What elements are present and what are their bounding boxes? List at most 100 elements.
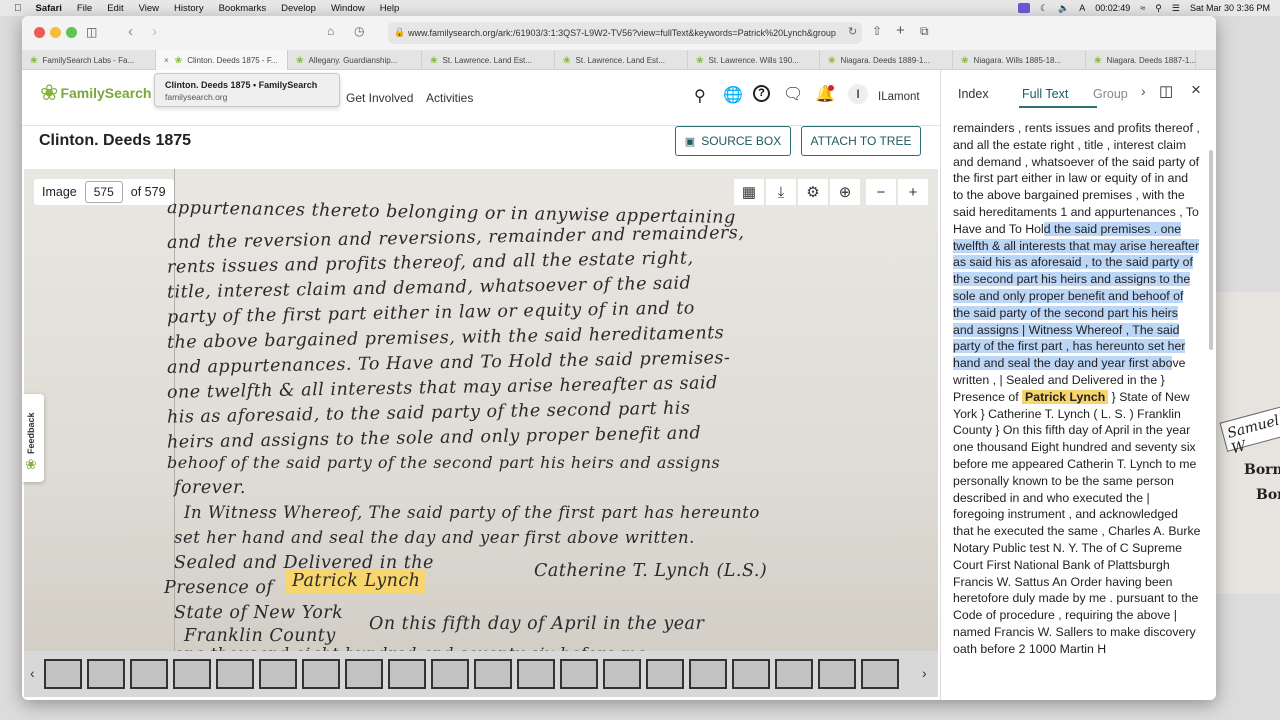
zoom-in-icon[interactable]: + (898, 179, 928, 205)
filmstrip-thumb[interactable] (388, 659, 426, 689)
back-icon[interactable]: ‹ (128, 23, 133, 40)
search-icon[interactable]: ⚲ (1155, 3, 1162, 14)
sidebar-icon[interactable]: ◫ (86, 25, 97, 39)
handwritten-line: party of the first part either in law or… (166, 298, 695, 328)
notification-dot (828, 85, 834, 91)
menu-help[interactable]: Help (380, 3, 400, 14)
close-tab-icon[interactable]: × (164, 56, 169, 65)
wifi-icon[interactable]: ≈ (1140, 3, 1145, 13)
minimize-window-icon[interactable] (50, 27, 61, 38)
locate-icon[interactable]: ⊕ (830, 179, 860, 205)
tab-niagara-deeds-1887[interactable]: ❀ Niagara. Deeds 1887-1... (1086, 50, 1196, 70)
help-icon[interactable]: ? (753, 85, 770, 102)
image-viewer[interactable]: appurtenances thereto belonging or in an… (24, 169, 938, 697)
filmstrip-thumb[interactable] (431, 659, 469, 689)
panel-view-icon[interactable]: ◫ (1159, 82, 1173, 100)
filmstrip-thumb[interactable] (689, 659, 727, 689)
document-image[interactable]: appurtenances thereto belonging or in an… (24, 169, 938, 697)
keyboard-icon[interactable]: A (1079, 3, 1085, 13)
handwritten-line: Franklin County (184, 626, 336, 646)
tab-allegany-guardianship[interactable]: ❀ Allegany. Guardianship... (288, 50, 422, 70)
full-text-content[interactable]: remainders , rents issues and profits th… (953, 120, 1201, 700)
menu-file[interactable]: File (77, 3, 92, 14)
new-tab-icon[interactable]: + (896, 22, 905, 39)
familysearch-logo[interactable]: ❀ FamilySearch (40, 80, 152, 106)
attach-to-tree-button[interactable]: ATTACH TO TREE (801, 126, 921, 156)
filmstrip-thumb[interactable] (646, 659, 684, 689)
menu-bookmarks[interactable]: Bookmarks (219, 3, 267, 14)
address-bar[interactable]: 🔒 www.familysearch.org/ark:/61903/3:1:3Q… (388, 22, 862, 44)
apple-icon[interactable]:  (14, 3, 22, 14)
close-panel-icon[interactable]: × (1191, 80, 1201, 100)
menu-develop[interactable]: Develop (281, 3, 316, 14)
tab-group[interactable]: Group (1093, 87, 1128, 101)
user-name[interactable]: ILamont (878, 91, 920, 103)
tab-index[interactable]: Index (958, 87, 989, 101)
forward-icon[interactable]: › (152, 23, 157, 40)
filmstrip-thumb[interactable] (44, 659, 82, 689)
filmstrip-thumb[interactable] (474, 659, 512, 689)
nav-activities[interactable]: Activities (426, 91, 473, 105)
moon-icon[interactable]: ☾ (1040, 3, 1048, 14)
zoom-out-icon[interactable]: − (866, 179, 896, 205)
filmstrip-thumb[interactable] (259, 659, 297, 689)
tab-full-text[interactable]: Full Text (1022, 87, 1068, 101)
filmstrip-thumb[interactable] (603, 659, 641, 689)
screen-record-icon[interactable] (1017, 3, 1030, 13)
highlighted-name: Patrick Lynch (286, 569, 427, 593)
download-icon[interactable]: ⤓ (766, 179, 796, 205)
handwritten-line: set her hand and seal the day and year f… (174, 528, 695, 547)
filmstrip-thumb[interactable] (560, 659, 598, 689)
tab-st-lawrence-land-1[interactable]: ❀ St. Lawrence. Land Est... (422, 50, 555, 70)
menubar-clock[interactable]: Sat Mar 30 3:36 PM (1190, 3, 1270, 13)
close-window-icon[interactable] (34, 27, 45, 38)
tab-familysearch-labs[interactable]: ❀ FamilySearch Labs - Fa... (22, 50, 156, 70)
filmstrip-thumb[interactable] (87, 659, 125, 689)
image-number-input[interactable]: 575 (84, 181, 123, 203)
tab-st-lawrence-wills[interactable]: ❀ St. Lawrence. Wills 190... (688, 50, 820, 70)
nav-get-involved[interactable]: Get Involved (346, 91, 413, 105)
filmstrip-thumb[interactable] (517, 659, 555, 689)
chevron-right-icon[interactable]: › (1141, 83, 1146, 99)
menu-safari[interactable]: Safari (36, 3, 62, 14)
grid-view-icon[interactable]: ▦ (734, 179, 764, 205)
share-icon[interactable]: ⇧ (872, 24, 882, 38)
history-icon[interactable]: ◷ (354, 24, 364, 38)
filmstrip-left-icon[interactable]: ‹ (30, 665, 35, 681)
filmstrip-thumb[interactable] (818, 659, 856, 689)
adjust-icon[interactable]: ⚙ (798, 179, 828, 205)
menu-edit[interactable]: Edit (107, 3, 123, 14)
filmstrip-thumb[interactable] (216, 659, 254, 689)
filmstrip[interactable]: ‹ › (24, 651, 938, 697)
filmstrip-thumb[interactable] (775, 659, 813, 689)
tab-niagara-deeds-1889[interactable]: ❀ Niagara. Deeds 1889-1... (820, 50, 953, 70)
tab-clinton-deeds[interactable]: × ❀ Clinton. Deeds 1875 - F... (156, 50, 288, 70)
filmstrip-thumb[interactable] (732, 659, 770, 689)
messages-icon[interactable]: 🗨 (783, 84, 803, 104)
control-center-icon[interactable]: ☰ (1172, 3, 1180, 14)
source-box-button[interactable]: ▣ SOURCE BOX (675, 126, 791, 156)
panel-scrollbar[interactable] (1209, 150, 1213, 350)
filmstrip-thumb[interactable] (345, 659, 383, 689)
handwritten-line: behoof of the said party of the second p… (167, 453, 721, 472)
filmstrip-thumb[interactable] (130, 659, 168, 689)
menu-view[interactable]: View (139, 3, 159, 14)
menu-history[interactable]: History (174, 3, 204, 14)
user-avatar[interactable]: I (848, 84, 868, 104)
location-pin-icon[interactable]: ⚲ (694, 86, 706, 106)
reload-icon[interactable]: ↻ (848, 25, 857, 38)
globe-icon[interactable]: 🌐 (723, 85, 743, 105)
feedback-tab[interactable]: Feedback ❀ (22, 394, 44, 482)
zoom-window-icon[interactable] (66, 27, 77, 38)
filmstrip-right-icon[interactable]: › (922, 665, 927, 681)
volume-icon[interactable]: 🔈 (1058, 3, 1069, 14)
record-title: Clinton. Deeds 1875 (39, 132, 192, 149)
filmstrip-thumb[interactable] (861, 659, 899, 689)
tab-st-lawrence-land-2[interactable]: ❀ St. Lawrence. Land Est... (555, 50, 688, 70)
tab-niagara-wills[interactable]: ❀ Niagara. Wills 1885-18... (953, 50, 1086, 70)
home-icon[interactable]: ⌂ (327, 24, 334, 38)
menu-window[interactable]: Window (331, 3, 365, 14)
tab-overview-icon[interactable]: ⧉ (920, 24, 929, 39)
filmstrip-thumb[interactable] (173, 659, 211, 689)
filmstrip-thumb[interactable] (302, 659, 340, 689)
